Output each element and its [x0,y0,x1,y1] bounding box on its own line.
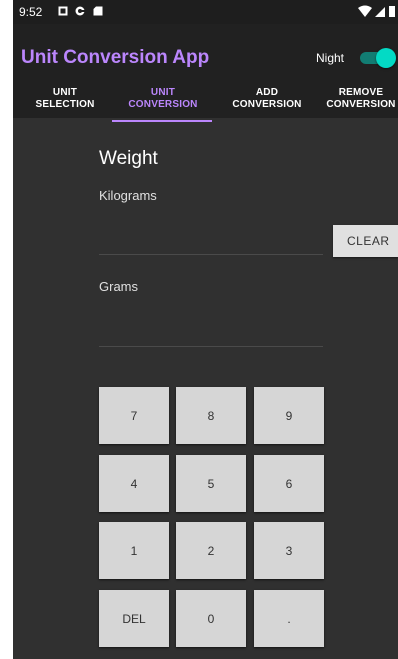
clear-button[interactable]: CLEAR [333,225,398,257]
status-time: 9:52 [19,5,43,19]
key-delete[interactable]: DEL [99,590,169,647]
switch-thumb [376,48,396,68]
unit-category-title: Weight [99,148,158,169]
tab-label-line2: CONVERSION [326,99,396,110]
key-9[interactable]: 9 [254,387,324,444]
tab-label-line2: CONVERSION [232,99,302,110]
signal-icon [375,7,385,17]
tab-add-conversion[interactable]: ADD CONVERSION [225,87,309,121]
key-2[interactable]: 2 [176,522,246,579]
battery-icon [389,6,395,17]
night-mode-label: Night [316,51,345,65]
wifi-icon [358,5,372,17]
tab-bar: UNIT SELECTION UNIT CONVERSION ADD CONVE… [13,84,398,122]
app-bar: Unit Conversion App Night UNIT SELECTION… [13,24,398,122]
status-bar: 9:52 [13,0,398,24]
key-1[interactable]: 1 [99,522,169,579]
key-decimal[interactable]: . [254,590,324,647]
tab-remove-conversion[interactable]: REMOVE CONVERSION [319,87,398,121]
to-unit-label: Grams [99,279,138,294]
tab-label-line1: UNIT [150,87,176,98]
tab-label-line1: REMOVE [338,87,384,98]
key-3[interactable]: 3 [254,522,324,579]
app-title: Unit Conversion App [21,47,210,68]
key-4[interactable]: 4 [99,455,169,512]
key-5[interactable]: 5 [176,455,246,512]
from-unit-label: Kilograms [99,188,157,203]
tab-unit-conversion[interactable]: UNIT CONVERSION [113,87,213,121]
tab-label-line2: CONVERSION [128,99,198,110]
from-unit-input[interactable] [99,218,323,255]
to-unit-input[interactable] [99,310,323,347]
key-8[interactable]: 8 [176,387,246,444]
key-0[interactable]: 0 [176,590,246,647]
key-6[interactable]: 6 [254,455,324,512]
conversion-panel: Weight Kilograms CLEAR Grams 7 8 9 4 5 6… [13,118,398,659]
key-7[interactable]: 7 [99,387,169,444]
status-right-icons [358,5,395,17]
app-icon [75,6,85,16]
tab-unit-selection[interactable]: UNIT SELECTION [25,87,105,121]
number-keypad: 7 8 9 4 5 6 1 2 3 DEL 0 . [99,387,325,647]
night-mode-switch[interactable] [358,48,396,68]
notification-icon [58,6,68,16]
tab-label-line2: SELECTION [35,99,95,110]
tab-label-line1: UNIT [52,87,78,98]
sd-card-icon [93,6,103,16]
phone-screen: 9:52 Unit Conversion App Night UNIT SELE… [13,0,398,659]
tab-label-line1: ADD [255,87,279,98]
